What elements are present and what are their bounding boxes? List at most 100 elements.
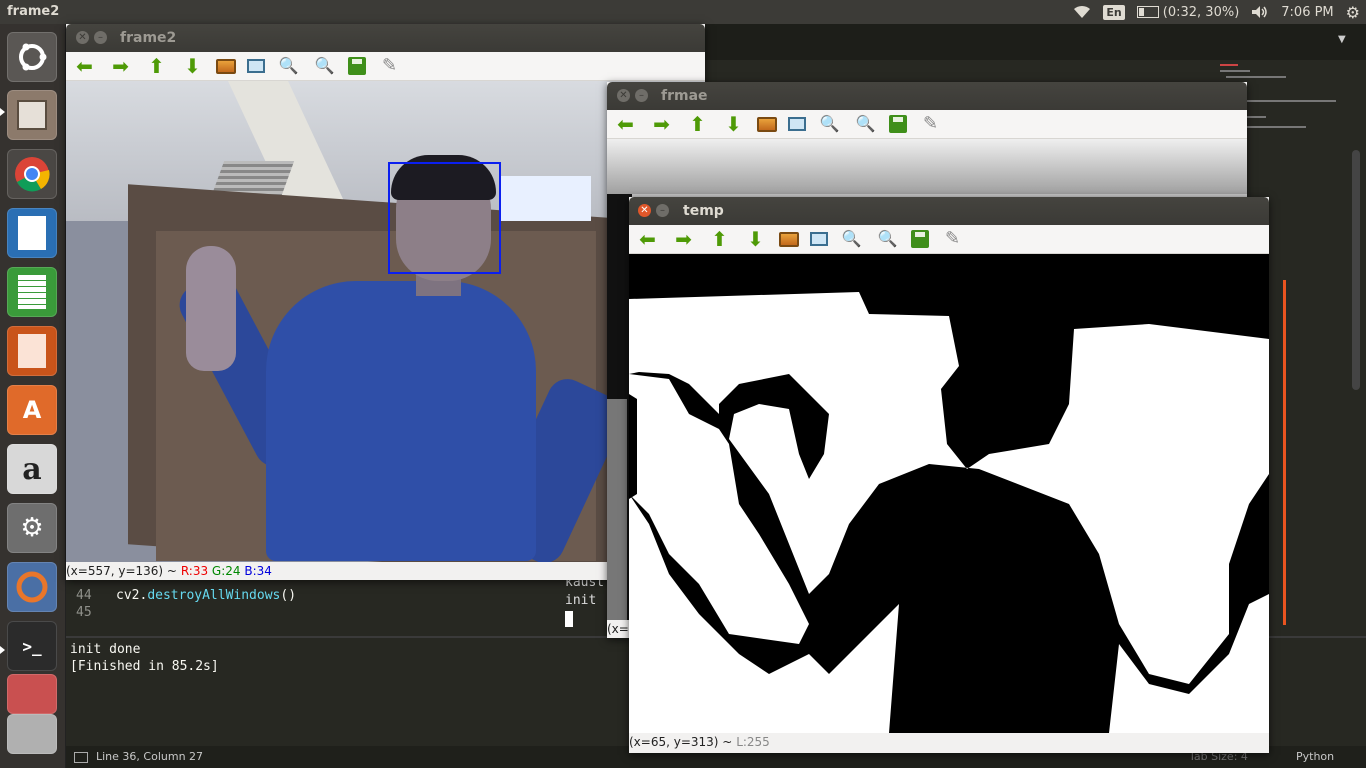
sync-icon[interactable]: [7, 562, 57, 612]
terminal-cursor: [565, 610, 573, 627]
settings-gear-icon[interactable]: ⚙: [1346, 3, 1360, 22]
close-icon[interactable]: ✕: [76, 31, 89, 44]
pan-down-icon[interactable]: ⬇: [180, 55, 205, 77]
cursor-position: Line 36, Column 27: [96, 750, 204, 763]
terminal-line: init: [565, 593, 597, 608]
presentation-icon[interactable]: [7, 326, 57, 376]
console-line: [Finished in 85.2s]: [70, 659, 219, 674]
save-icon[interactable]: [911, 230, 929, 248]
window-title: frame2: [120, 30, 177, 46]
wifi-icon[interactable]: [1073, 5, 1091, 19]
zoom-in-icon[interactable]: 🔍: [839, 228, 864, 250]
workspaces-icon[interactable]: [7, 714, 57, 754]
window-titlebar[interactable]: ✕ – frmae: [607, 82, 1247, 110]
zoom-in-icon[interactable]: 🔍: [817, 113, 842, 135]
syntax-mode[interactable]: Python: [1296, 750, 1334, 763]
window-title: temp: [683, 203, 724, 219]
window-titlebar[interactable]: ✕ – temp: [629, 197, 1269, 225]
pan-down-icon[interactable]: ⬇: [721, 113, 746, 135]
shopping-bag-icon[interactable]: A: [7, 385, 57, 435]
temp-binary-image[interactable]: [629, 254, 1269, 733]
accent-ruler: [1283, 280, 1286, 625]
face-detection-box: [388, 162, 501, 274]
battery-indicator[interactable]: (0:32, 30%): [1136, 4, 1240, 20]
person-shirt: [266, 281, 536, 561]
pan-right-icon[interactable]: ➡: [671, 228, 696, 250]
zoom-reset-icon[interactable]: [216, 58, 236, 74]
editor-scrollbar[interactable]: [1352, 150, 1360, 390]
active-app-title: frame2: [7, 4, 60, 19]
language-indicator[interactable]: En: [1103, 4, 1125, 20]
zoom-reset-icon[interactable]: [779, 231, 799, 247]
pan-left-icon[interactable]: ⬅: [635, 228, 660, 250]
pan-down-icon[interactable]: ⬇: [743, 228, 768, 250]
luminance-value: L:255: [736, 735, 770, 749]
window-titlebar[interactable]: ✕ – frame2: [66, 24, 705, 52]
properties-brush-icon[interactable]: ✎: [377, 55, 402, 77]
pan-up-icon[interactable]: ⬆: [707, 228, 732, 250]
zoom-out-icon[interactable]: 🔍: [875, 228, 900, 250]
zoom-in-icon[interactable]: 🔍: [276, 55, 301, 77]
window-toolbar: ⬅ ➡ ⬆ ⬇ 🔍 🔍 ✎: [629, 225, 1269, 254]
window-toolbar: ⬅ ➡ ⬆ ⬇ 🔍 🔍 ✎: [607, 110, 1247, 139]
chrome-icon[interactable]: [7, 149, 57, 199]
save-icon[interactable]: [889, 115, 907, 133]
zoom-fit-icon[interactable]: [247, 59, 265, 73]
panel-toggle-icon[interactable]: [74, 752, 88, 763]
ubuntu-logo-icon[interactable]: [7, 32, 57, 82]
battery-text: (0:32, 30%): [1162, 4, 1240, 20]
pan-up-icon[interactable]: ⬆: [685, 113, 710, 135]
background-window: [501, 176, 591, 221]
green-value: G:24: [211, 564, 241, 578]
launcher: A a ⚙ >_: [0, 24, 66, 768]
line-number: 45: [76, 605, 92, 620]
properties-brush-icon[interactable]: ✎: [940, 228, 965, 250]
cursor-coordinates: (x=557, y=136) ~: [66, 564, 177, 578]
zoom-out-icon[interactable]: 🔍: [853, 113, 878, 135]
pan-right-icon[interactable]: ➡: [649, 113, 674, 135]
volume-icon[interactable]: [1251, 5, 1269, 19]
binary-mask: [629, 254, 1269, 733]
pan-up-icon[interactable]: ⬆: [144, 55, 169, 77]
running-indicator: [0, 108, 5, 116]
minimize-icon[interactable]: –: [635, 89, 648, 102]
amazon-icon[interactable]: a: [7, 444, 57, 494]
console-line: init done: [70, 642, 141, 657]
minimize-icon[interactable]: –: [94, 31, 107, 44]
pan-left-icon[interactable]: ⬅: [613, 113, 638, 135]
close-icon[interactable]: ✕: [638, 204, 651, 217]
line-number: 44: [76, 588, 92, 603]
running-indicator: [0, 646, 5, 654]
wrench-gear-icon[interactable]: ⚙: [7, 503, 57, 553]
window-toolbar: ⬅ ➡ ⬆ ⬇ 🔍 🔍 ✎: [66, 52, 705, 81]
clock[interactable]: 7:06 PM: [1281, 5, 1333, 20]
zoom-fit-icon[interactable]: [788, 117, 806, 131]
minimize-icon[interactable]: –: [656, 204, 669, 217]
stacked-apps-icon[interactable]: [7, 674, 57, 714]
chevron-down-icon[interactable]: ▼: [1338, 34, 1346, 45]
red-value: R:33: [180, 564, 209, 578]
pan-left-icon[interactable]: ⬅: [72, 55, 97, 77]
person-raised-hand: [186, 246, 236, 371]
zoom-fit-icon[interactable]: [810, 232, 828, 246]
top-panel: frame2 En (0:32, 30%) 7:06 PM ⚙: [0, 0, 1366, 24]
temp-window[interactable]: ✕ – temp ⬅ ➡ ⬆ ⬇ 🔍 🔍 ✎ (x=65, y=313) ~ L…: [629, 197, 1269, 753]
properties-brush-icon[interactable]: ✎: [918, 113, 943, 135]
cursor-coordinates: (x=65, y=313) ~: [629, 735, 733, 749]
code-function: destroyAllWindows: [147, 588, 281, 603]
blue-value: B:34: [244, 564, 272, 578]
zoom-reset-icon[interactable]: [757, 116, 777, 132]
terminal-icon[interactable]: >_: [7, 621, 57, 671]
code-editor[interactable]: 44 cv2.destroyAllWindows() 45: [66, 580, 626, 632]
document-icon[interactable]: [7, 208, 57, 258]
spreadsheet-icon[interactable]: [7, 267, 57, 317]
terminal-output[interactable]: kaust init: [565, 574, 604, 628]
pixel-status: (x=65, y=313) ~ L:255: [629, 733, 1269, 751]
file-cabinet-icon[interactable]: [7, 90, 57, 140]
save-icon[interactable]: [348, 57, 366, 75]
code-text: cv2.: [116, 588, 148, 603]
cursor-coordinates: (x=: [607, 622, 629, 636]
pan-right-icon[interactable]: ➡: [108, 55, 133, 77]
close-icon[interactable]: ✕: [617, 89, 630, 102]
zoom-out-icon[interactable]: 🔍: [312, 55, 337, 77]
